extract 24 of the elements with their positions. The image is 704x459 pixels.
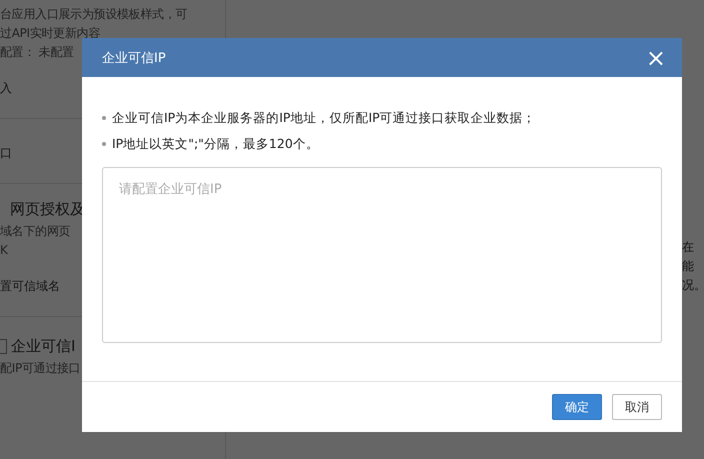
section-heading: 企业可信I [10,336,76,357]
description-text: 过API实时更新内容 [0,26,100,42]
description-text: 台应用入口展示为预设模板样式，可 [0,7,188,23]
cancel-button[interactable]: 取消 [612,394,662,420]
note-text: IP地址以英文";"分隔，最多120个。 [112,135,319,153]
section-heading: 网页授权及 [9,199,85,220]
link[interactable]: 入 [0,64,12,104]
dialog-title: 企业可信IP [102,50,166,66]
description-text: K [0,243,8,259]
note-text: 企业可信IP为本企业服务器的IP地址，仅所配IP可通过接口获取企业数据； [112,109,536,127]
close-button[interactable]: × [646,46,666,70]
bullet-icon [102,116,106,120]
description-text: 配置： 未配置 [0,45,74,61]
description-text: 域名下的网页 [0,224,70,240]
description-text: 在 [682,239,695,256]
link[interactable]: 口 [0,129,12,169]
checkbox[interactable] [0,338,7,354]
bullet-icon [102,142,106,146]
input-field[interactable]: 请配置企业可信IP [102,167,662,343]
link[interactable]: 置可信域名 [0,262,60,302]
description-text: 况。 [682,277,704,294]
description-text: 能 [682,258,695,275]
confirm-button[interactable]: 确定 [552,394,602,420]
description-text: 配IP可通过接口 [0,361,80,377]
